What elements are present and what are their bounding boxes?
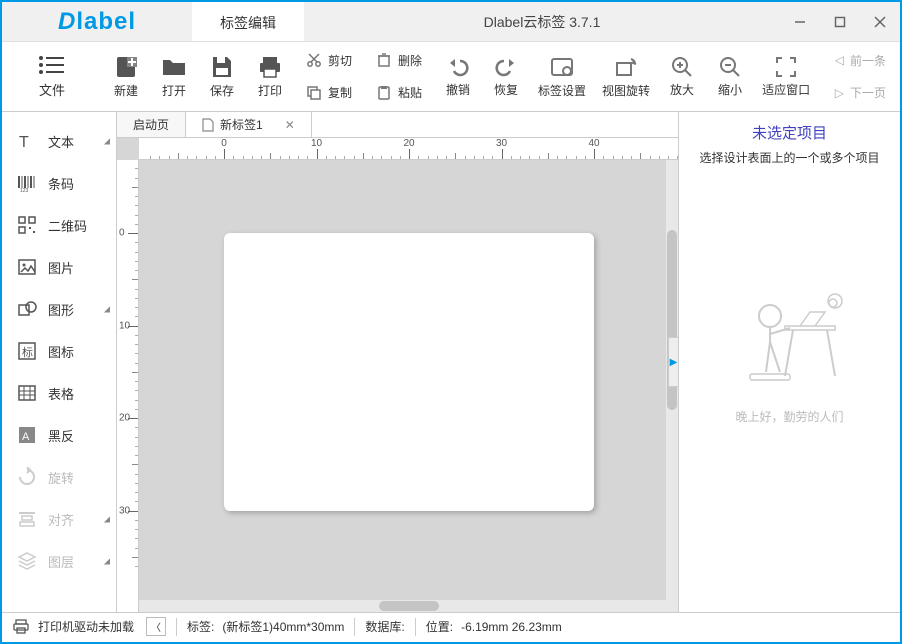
fit-window-icon xyxy=(774,55,798,79)
svg-text:A: A xyxy=(22,431,30,443)
cut-button[interactable]: 剪切 xyxy=(298,45,360,75)
tool-text[interactable]: T文本◢ xyxy=(2,120,116,162)
next-record-button[interactable]: ▷下一页 xyxy=(827,78,894,108)
text-icon: T xyxy=(16,130,38,152)
tool-rotate: 旋转 xyxy=(2,456,116,498)
label-settings-button[interactable]: 标签设置 xyxy=(530,42,594,111)
invert-icon: A xyxy=(16,424,38,446)
shape-icon xyxy=(16,298,38,320)
copy-icon xyxy=(306,85,322,101)
zoom-in-button[interactable]: 放大 xyxy=(658,42,706,111)
doc-tab-start[interactable]: 启动页 xyxy=(117,112,186,137)
zoom-in-icon xyxy=(670,55,694,79)
zoom-out-icon xyxy=(718,55,742,79)
tool-table[interactable]: 表格 xyxy=(2,372,116,414)
save-button[interactable]: 保存 xyxy=(198,42,246,111)
doc-tab-new-label[interactable]: 新标签1 ✕ xyxy=(186,112,312,137)
design-canvas[interactable] xyxy=(139,160,678,612)
image-icon xyxy=(16,256,38,278)
rotate-cw-icon xyxy=(16,466,38,488)
tool-shape[interactable]: 图形◢ xyxy=(2,288,116,330)
delete-button[interactable]: 删除 xyxy=(368,45,430,75)
triangle-left-icon: ◁ xyxy=(835,53,844,67)
horizontal-ruler: 010203040 xyxy=(139,138,678,160)
svg-text:123: 123 xyxy=(20,188,29,193)
scissors-icon xyxy=(306,52,322,68)
tool-barcode[interactable]: 123条码 xyxy=(2,162,116,204)
window-title: Dlabel云标签 3.7.1 xyxy=(304,2,780,41)
chevron-down-icon: ◢ xyxy=(104,137,110,146)
tool-align: 对齐◢ xyxy=(2,498,116,540)
open-button[interactable]: 打开 xyxy=(150,42,198,111)
printer-icon xyxy=(12,619,30,635)
new-button[interactable]: 新建 xyxy=(102,42,150,111)
view-rotate-button[interactable]: 视图旋转 xyxy=(594,42,658,111)
properties-panel: 未选定项目 选择设计表面上的一个或多个项目 晚上好，勤劳的人们 xyxy=(678,112,900,612)
close-button[interactable] xyxy=(860,2,900,42)
rotate-icon xyxy=(613,54,639,80)
triangle-right-icon: ▷ xyxy=(835,86,844,100)
new-icon xyxy=(113,54,139,80)
copy-button[interactable]: 复制 xyxy=(298,78,360,108)
horizontal-scrollbar[interactable] xyxy=(139,600,678,612)
panel-title: 未选定项目 xyxy=(752,122,827,143)
empty-illustration xyxy=(725,286,855,396)
status-bar: 打印机驱动未加载 〈 标签: (新标签1)40mm*30mm 数据库: 位置: … xyxy=(2,612,900,640)
icons-icon: 标 xyxy=(16,340,38,362)
tool-icons[interactable]: 标图标 xyxy=(2,330,116,372)
minimize-button[interactable] xyxy=(780,2,820,42)
ribbon-tab-edit[interactable]: 标签编辑 xyxy=(192,2,304,41)
folder-icon xyxy=(161,54,187,80)
tool-layer: 图层◢ xyxy=(2,540,116,582)
tool-image[interactable]: 图片 xyxy=(2,246,116,288)
redo-icon xyxy=(494,55,518,79)
save-icon xyxy=(209,54,235,80)
align-icon xyxy=(16,508,38,530)
label-settings-icon xyxy=(549,54,575,80)
undo-icon xyxy=(446,55,470,79)
position-info: 位置: -6.19mm 26.23mm xyxy=(416,613,572,640)
paste-button[interactable]: 粘贴 xyxy=(368,78,430,108)
maximize-button[interactable] xyxy=(820,2,860,42)
table-icon xyxy=(16,382,38,404)
svg-text:T: T xyxy=(19,134,29,151)
panel-collapse-handle[interactable]: ▶ xyxy=(668,337,678,387)
prev-record-button[interactable]: ◁前一条 xyxy=(827,45,894,75)
bullet-list-icon xyxy=(38,54,66,76)
database-info: 数据库: xyxy=(355,613,414,640)
panel-subtitle: 选择设计表面上的一个或多个项目 xyxy=(699,149,879,166)
chevron-down-icon: ◢ xyxy=(104,305,110,314)
panel-caption: 晚上好，勤劳的人们 xyxy=(735,408,843,425)
zoom-out-button[interactable]: 缩小 xyxy=(706,42,754,111)
document-icon xyxy=(202,118,214,132)
tool-invert[interactable]: A黑反 xyxy=(2,414,116,456)
fit-window-button[interactable]: 适应窗口 xyxy=(754,42,818,111)
qrcode-icon xyxy=(16,214,38,236)
app-logo: Dlabel xyxy=(2,2,192,41)
svg-text:标: 标 xyxy=(22,345,33,359)
label-info: 标签: (新标签1)40mm*30mm xyxy=(177,613,354,640)
label-surface[interactable] xyxy=(224,233,594,511)
vertical-ruler: 0102030 xyxy=(117,160,139,612)
print-icon xyxy=(257,54,283,80)
chevron-down-icon: ◢ xyxy=(104,515,110,524)
printer-dropdown[interactable]: 〈 xyxy=(146,617,166,636)
redo-button[interactable]: 恢复 xyxy=(482,42,530,111)
file-menu[interactable]: 文件 xyxy=(2,42,102,111)
chevron-down-icon: ◢ xyxy=(104,557,110,566)
layers-icon xyxy=(16,550,38,572)
print-button[interactable]: 打印 xyxy=(246,42,294,111)
clipboard-icon xyxy=(376,85,392,101)
printer-status[interactable]: 打印机驱动未加载 〈 xyxy=(2,613,176,640)
close-tab-button[interactable]: ✕ xyxy=(285,118,295,132)
tool-qrcode[interactable]: 二维码 xyxy=(2,204,116,246)
tool-palette: T文本◢ 123条码 二维码 图片 图形◢ 标图标 表格 A黑反 旋转 对齐◢ … xyxy=(2,112,117,612)
undo-button[interactable]: 撤销 xyxy=(434,42,482,111)
barcode-icon: 123 xyxy=(16,172,38,194)
trash-icon xyxy=(376,52,392,68)
